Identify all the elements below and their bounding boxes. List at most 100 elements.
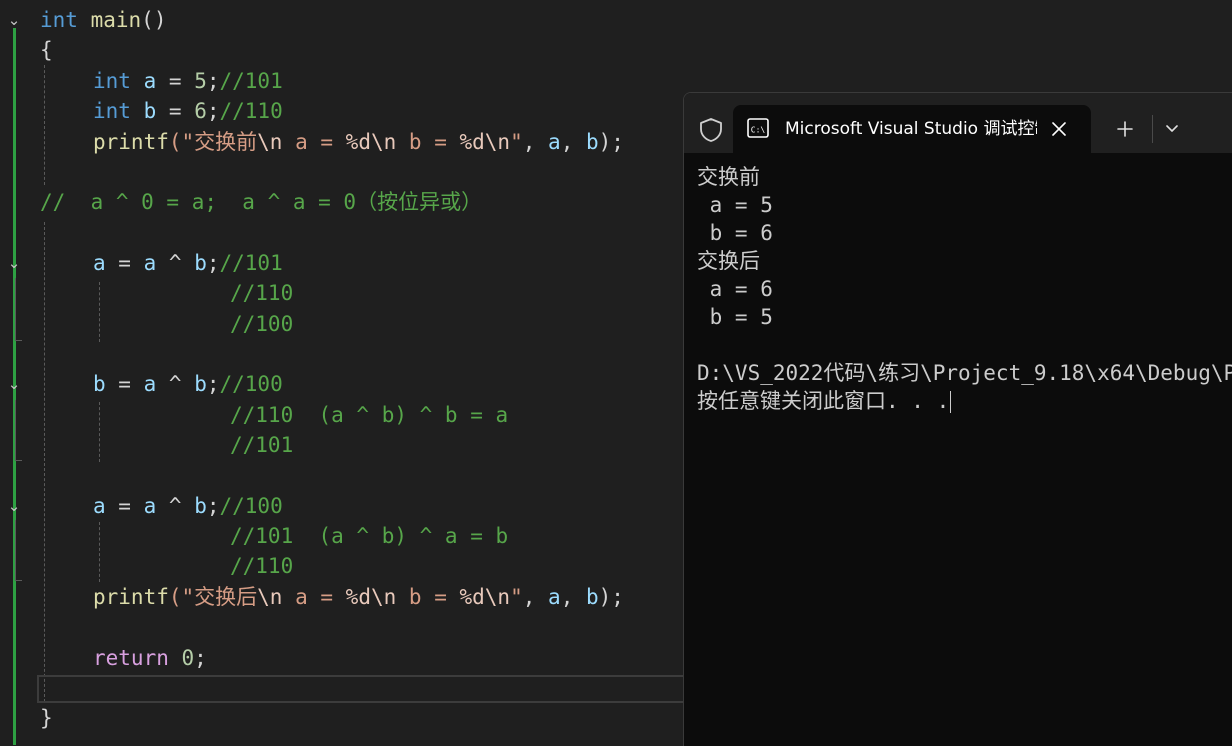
string-text: 交换前 — [194, 130, 258, 154]
code-line-step2[interactable]: b = a ^ b;//100 — [93, 369, 283, 399]
code-line-printf-after[interactable]: printf("交换后\n a = %d\n b = %d\n", a, b); — [93, 582, 624, 612]
code-line-step2-comment[interactable]: //110 (a ^ b) ^ b = a — [230, 400, 508, 430]
console-output-text: 按任意键关闭此窗口. . . — [697, 389, 950, 413]
operator-xor: ^ — [156, 494, 195, 518]
debug-console-window[interactable]: C:\ Microsoft Visual Studio 调试控制台 交换前 a … — [683, 92, 1232, 746]
punctuation: ); — [598, 130, 624, 154]
code-line-step1-comment[interactable]: //110 — [230, 278, 293, 308]
string-text: a = — [282, 585, 346, 609]
fold-chevron-down-icon[interactable]: ⌄ — [4, 496, 24, 516]
variable-a: a — [143, 494, 157, 518]
console-output-line: 交换后 — [697, 249, 760, 273]
string-open: (" — [168, 130, 195, 154]
tab-separator — [1152, 115, 1153, 143]
separator: , — [560, 130, 586, 154]
indent-guide — [44, 222, 45, 702]
comment: //101 — [219, 69, 283, 93]
fold-chevron-down-icon[interactable]: ⌄ — [4, 253, 24, 273]
fold-chevron-down-icon[interactable]: ⌄ — [4, 10, 24, 30]
svg-text:C:\: C:\ — [751, 126, 766, 135]
semicolon: ; — [206, 251, 220, 275]
code-line-decl-a[interactable]: int a = 5;//101 — [93, 66, 283, 96]
code-line-xor-comment[interactable]: // a ^ 0 = a; a ^ a = 0（按位异或） — [40, 187, 482, 217]
semicolon: ; — [206, 494, 220, 518]
code-line-step2-comment[interactable]: //101 — [230, 430, 293, 460]
console-tab[interactable]: C:\ Microsoft Visual Studio 调试控制台 — [733, 105, 1091, 153]
function-main: main — [90, 8, 142, 32]
number: 6 — [194, 99, 207, 123]
variable-b: b — [585, 130, 599, 154]
string-open: (" — [168, 585, 195, 609]
variable-b: b — [93, 372, 106, 396]
code-line-printf-before[interactable]: printf("交换前\n a = %d\n b = %d\n", a, b); — [93, 127, 624, 157]
number: 0 — [168, 646, 195, 670]
indent-guide — [44, 65, 45, 185]
variable-b: b — [194, 494, 207, 518]
semicolon: ; — [206, 69, 220, 93]
console-output-line: a = 6 — [697, 277, 773, 301]
punctuation: () — [141, 8, 167, 32]
semicolon: ; — [206, 99, 220, 123]
comment: //100 — [230, 312, 294, 336]
plus-icon[interactable] — [1115, 119, 1135, 139]
brace-close: } — [40, 706, 53, 730]
string-close: " — [510, 585, 523, 609]
current-line-highlight — [37, 675, 697, 703]
variable-b: b — [194, 251, 207, 275]
fold-chevron-down-icon[interactable]: ⌄ — [4, 374, 24, 394]
separator: , — [522, 585, 549, 609]
fold-guide-end — [15, 460, 22, 461]
fold-guide-end — [15, 340, 22, 341]
comment: //110 (a ^ b) ^ b = a — [230, 403, 509, 427]
escape-sequence: \n — [370, 585, 397, 609]
code-line-brace-open[interactable]: { — [40, 35, 53, 65]
punctuation: ); — [598, 585, 624, 609]
keyword-int: int — [93, 69, 131, 93]
operator: = — [156, 99, 195, 123]
brace-open: { — [40, 38, 53, 62]
escape-sequence: \n — [484, 585, 511, 609]
code-line-brace-close[interactable]: } — [40, 703, 53, 733]
chevron-down-icon[interactable] — [1162, 121, 1182, 137]
variable-a: a — [93, 494, 106, 518]
operator-xor: ^ — [156, 372, 195, 396]
comment: //100 — [219, 372, 283, 396]
operator: = — [105, 251, 144, 275]
separator: , — [560, 585, 586, 609]
string-text: b = — [396, 130, 460, 154]
semicolon: ; — [206, 372, 220, 396]
number: 5 — [194, 69, 207, 93]
comment: //110 — [230, 281, 294, 305]
format-specifier: %d — [345, 585, 371, 609]
code-line-step3-comment[interactable]: //101 (a ^ b) ^ a = b — [230, 521, 508, 551]
close-icon[interactable] — [1049, 119, 1069, 139]
function-printf: printf — [93, 130, 169, 154]
function-printf: printf — [93, 585, 169, 609]
code-line-step1[interactable]: a = a ^ b;//101 — [93, 248, 283, 278]
code-line-decl-b[interactable]: int b = 6;//110 — [93, 96, 283, 126]
code-line-step3[interactable]: a = a ^ b;//100 — [93, 491, 283, 521]
code-line-main[interactable]: int main() — [40, 5, 166, 35]
code-line-return[interactable]: return 0; — [93, 643, 207, 673]
code-line-step3-comment[interactable]: //110 — [230, 551, 293, 581]
escape-sequence: \n — [484, 130, 511, 154]
console-prompt-line: 按任意键关闭此窗口. . . — [697, 387, 1232, 415]
comment: // a ^ 0 = a; a ^ a = 0（按位异或） — [40, 190, 483, 214]
fold-guide-end — [15, 580, 22, 581]
console-tab-title: Microsoft Visual Studio 调试控制台 — [785, 119, 1037, 139]
code-line-step1-comment[interactable]: //100 — [230, 309, 293, 339]
comment: //110 — [219, 99, 283, 123]
variable-b: b — [143, 99, 157, 123]
console-title-bar[interactable]: C:\ Microsoft Visual Studio 调试控制台 — [684, 93, 1232, 153]
console-output-line: D:\VS_2022代码\练习\Project_9.18\x64\Debug\P… — [697, 361, 1232, 385]
variable-a: a — [93, 251, 106, 275]
operator: = — [105, 494, 144, 518]
console-output[interactable]: 交换前 a = 5 b = 6 交换后 a = 6 b = 5 D:\VS_20… — [697, 163, 1232, 415]
keyword-int: int — [40, 8, 78, 32]
keyword-int: int — [93, 99, 131, 123]
operator: = — [156, 69, 195, 93]
operator: = — [105, 372, 144, 396]
fold-guide — [15, 400, 16, 460]
comment: //110 — [230, 554, 294, 578]
